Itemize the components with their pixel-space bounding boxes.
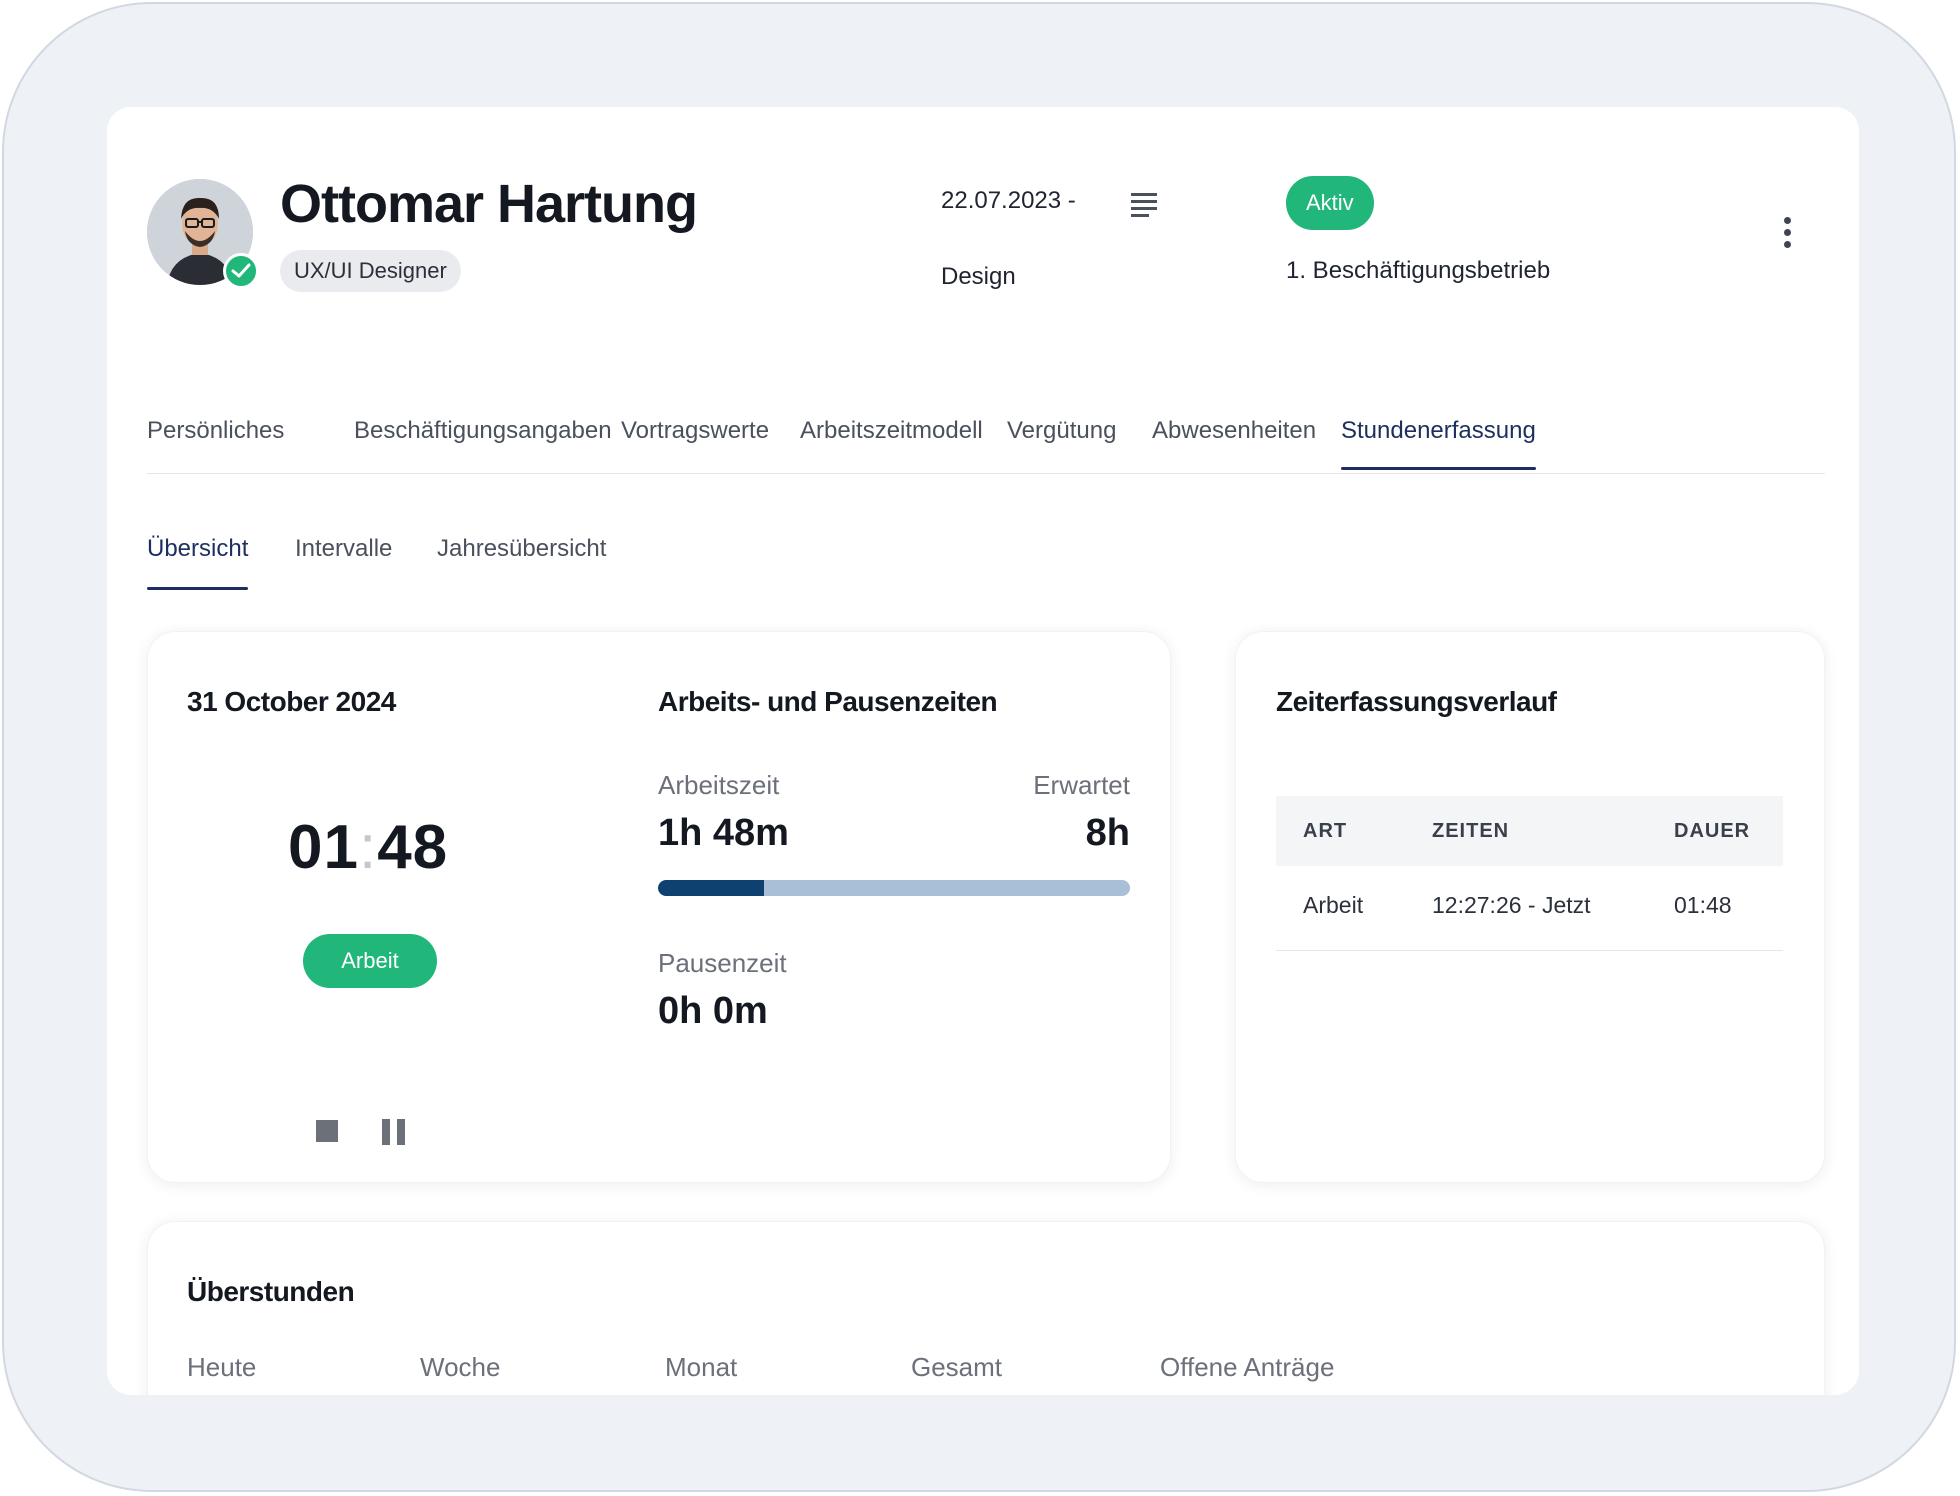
- tab-abwesenheiten[interactable]: Abwesenheiten: [1152, 417, 1316, 445]
- work-progress-fill: [658, 880, 765, 896]
- stop-icon[interactable]: [316, 1120, 338, 1142]
- time-tracking-card: 31 October 2024 01:48 Arbeit Arbeits- un…: [147, 631, 1171, 1183]
- employee-panel: Ottomar Hartung UX/UI Designer 22.07.202…: [107, 107, 1859, 1395]
- check-icon: [223, 253, 259, 289]
- elapsed-timer: 01:48: [288, 812, 448, 883]
- overtime-title: Überstunden: [187, 1276, 355, 1307]
- employee-name: Ottomar Hartung: [280, 174, 698, 234]
- tab-beschaeftigungsangaben[interactable]: Beschäftigungsangaben: [354, 417, 612, 445]
- tab-persoenliches[interactable]: Persönliches: [147, 417, 284, 445]
- break-time-value: 0h 0m: [658, 990, 768, 1032]
- device-frame: Ottomar Hartung UX/UI Designer 22.07.202…: [2, 2, 1956, 1492]
- work-time-value: 1h 48m: [658, 812, 789, 854]
- work-state-button[interactable]: Arbeit: [303, 934, 437, 988]
- current-date: 31 October 2024: [187, 686, 396, 717]
- work-progress-bar: [658, 880, 1130, 896]
- table-row: Arbeit 12:27:26 - Jetzt 01:48: [1276, 866, 1783, 951]
- break-time-label: Pausenzeit: [658, 948, 787, 978]
- overtime-week-label: Woche: [420, 1352, 501, 1382]
- timer-hours: 01: [288, 813, 359, 882]
- overtime-open-requests-label: Offene Anträge: [1160, 1352, 1335, 1382]
- expected-value: 8h: [1085, 812, 1130, 854]
- tab-verguetung[interactable]: Vergütung: [1007, 417, 1116, 445]
- tab-vortragswerte[interactable]: Vortragswerte: [621, 417, 769, 445]
- expected-label: Erwartet: [1033, 770, 1130, 800]
- times-title: Arbeits- und Pausenzeiten: [658, 686, 998, 717]
- more-options-icon[interactable]: [1777, 217, 1797, 251]
- row-times: 12:27:26 - Jetzt: [1432, 892, 1591, 918]
- status-badge: Aktiv: [1286, 176, 1374, 230]
- avatar: [147, 179, 259, 289]
- column-art: ART: [1303, 820, 1348, 842]
- overtime-total-label: Gesamt: [911, 1352, 1003, 1382]
- tab-arbeitszeitmodell[interactable]: Arbeitszeitmodell: [800, 417, 983, 445]
- role-chip: UX/UI Designer: [280, 250, 461, 292]
- company-name: 1. Beschäftigungsbetrieb: [1286, 257, 1551, 284]
- list-icon[interactable]: [1129, 190, 1159, 218]
- row-duration: 01:48: [1674, 892, 1732, 918]
- history-table-header: ART ZEITEN DAUER: [1276, 796, 1783, 866]
- main-tabs: Persönliches Beschäftigungsangaben Vortr…: [147, 407, 1825, 474]
- employment-date-range: 22.07.2023 -: [941, 187, 1076, 214]
- column-dauer: DAUER: [1674, 820, 1751, 842]
- row-type: Arbeit: [1303, 892, 1364, 918]
- department: Design: [941, 263, 1016, 290]
- overtime-today-label: Heute: [187, 1352, 257, 1382]
- timer-minutes: 48: [377, 813, 449, 882]
- subtab-intervalle[interactable]: Intervalle: [295, 535, 392, 563]
- column-zeiten: ZEITEN: [1432, 820, 1510, 842]
- history-title: Zeiterfassungsverlauf: [1276, 686, 1557, 717]
- overtime-card: Überstunden Heute Woche Monat Gesamt Off…: [147, 1221, 1825, 1395]
- timer-separator: :: [358, 813, 378, 882]
- subtab-uebersicht[interactable]: Übersicht: [147, 535, 249, 590]
- subtab-jahresuebersicht[interactable]: Jahresübersicht: [437, 535, 606, 563]
- tab-stundenerfassung[interactable]: Stundenerfassung: [1341, 417, 1536, 470]
- history-card: Zeiterfassungsverlauf ART ZEITEN DAUER A…: [1235, 631, 1825, 1183]
- work-time-label: Arbeitszeit: [658, 770, 780, 800]
- pause-icon[interactable]: [382, 1119, 406, 1145]
- overtime-month-label: Monat: [665, 1352, 738, 1382]
